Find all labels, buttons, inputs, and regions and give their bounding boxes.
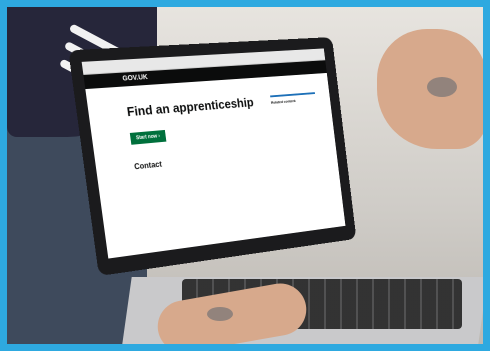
laptop-lid: GOV.UK Find an apprenticeship Start now … [68,37,357,277]
related-content: Related content [270,92,317,108]
start-button-label: Start now [135,133,158,142]
page-content: Find an apprenticeship Start now › Conta… [86,78,337,185]
tattoo [207,307,233,321]
photo-frame: GOV.UK Find an apprenticeship Start now … [0,0,490,351]
gov-logo: GOV.UK [122,74,149,83]
tattoo [427,77,457,97]
start-button[interactable]: Start now › [129,129,167,145]
related-title: Related content [270,98,296,105]
laptop-screen: GOV.UK Find an apprenticeship Start now … [81,48,346,259]
contact-heading: Contact [133,159,163,172]
